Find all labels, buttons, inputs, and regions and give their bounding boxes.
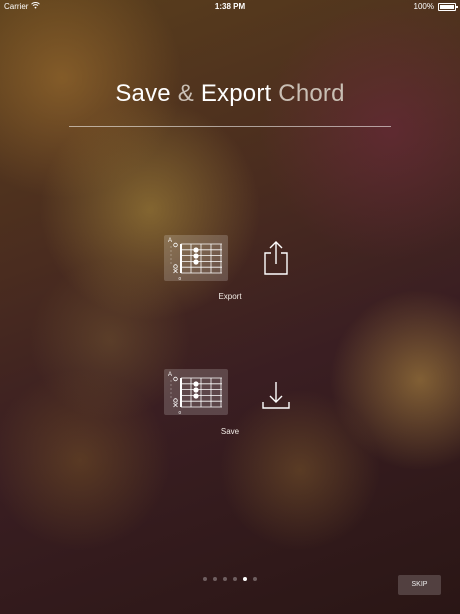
title-ampersand: & [177,80,194,107]
status-bar: Carrier 1:38 PM 100% [0,0,460,14]
page-dot[interactable] [213,577,217,581]
battery-icon [438,3,458,11]
battery-percent: 100% [413,2,434,11]
page-dot-active[interactable] [243,577,247,581]
title-divider [69,126,391,127]
fret-number-label: 0 [179,276,182,281]
status-time: 1:38 PM [214,2,246,11]
skip-button[interactable]: SKIP [398,575,441,595]
status-right: 100% [413,0,458,14]
page-title: Save & Export Chord [0,80,460,108]
download-icon[interactable] [260,380,292,417]
fret-number-label: 0 [179,410,182,415]
page-dot[interactable] [253,577,257,581]
page-dot[interactable] [203,577,207,581]
export-caption: Export [218,292,242,301]
share-icon[interactable] [260,240,292,281]
title-chord: Chord [278,80,345,107]
page-dot[interactable] [233,577,237,581]
save-caption: Save [220,427,240,436]
chord-diagram-icon: A 0 [164,235,228,281]
page-indicator [0,577,460,581]
title-save: Save [115,80,171,107]
chord-name-label: A [168,238,172,244]
title-export: Export [200,80,272,107]
page-dot[interactable] [223,577,227,581]
chord-diagram-icon: A 0 [164,369,228,415]
chord-name-label: A [168,372,172,378]
